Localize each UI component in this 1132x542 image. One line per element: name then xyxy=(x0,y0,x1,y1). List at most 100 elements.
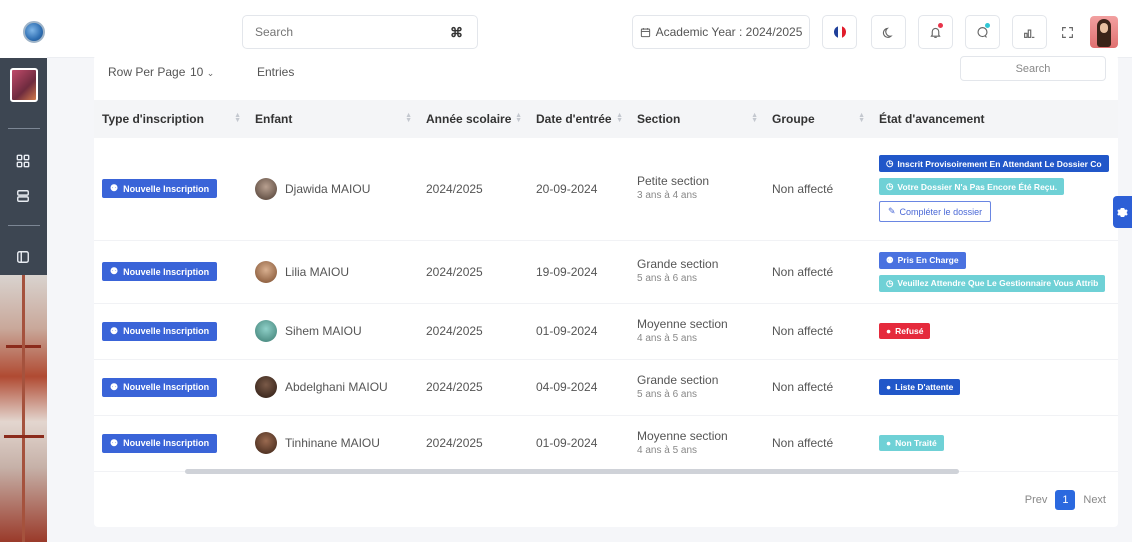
section-name: Grande section xyxy=(637,257,719,271)
logo-area xyxy=(0,0,47,58)
rows-per-page-value: 10 xyxy=(190,65,204,79)
global-search-input[interactable] xyxy=(243,16,433,48)
sidebar-divider xyxy=(8,225,40,226)
status-badge: ◷ Votre Dossier N'a Pas Encore Été Reçu. xyxy=(879,178,1065,196)
calendar-icon xyxy=(640,27,650,37)
inscription-type-badge[interactable]: ⚉ Nouvelle Inscription xyxy=(102,433,218,453)
inscription-type-badge[interactable]: ⚉ Nouvelle Inscription xyxy=(102,179,218,199)
table-row[interactable]: ⚉ Nouvelle Inscription Lilia MAIOU 2024/2… xyxy=(94,240,1118,304)
group-value: Non affecté xyxy=(764,415,871,472)
user-icon: ⚉ xyxy=(110,381,119,392)
group-value: Non affecté xyxy=(764,359,871,416)
status-badge: ● Refusé xyxy=(879,323,931,339)
avatar xyxy=(255,376,277,398)
section-name: Moyenne section xyxy=(637,316,728,331)
inscription-type-badge[interactable]: ⚉ Nouvelle Inscription xyxy=(102,321,218,341)
column-header[interactable]: Enfant ▲ ▼ xyxy=(247,100,418,138)
next-button[interactable]: Next xyxy=(1083,494,1106,506)
topbar: ⌘ Academic Year : 2024/2025 xyxy=(47,0,1132,58)
avatar xyxy=(255,432,277,454)
user-icon: ⚉ xyxy=(110,183,119,194)
moon-icon xyxy=(882,27,893,38)
global-search[interactable]: ⌘ xyxy=(242,15,478,49)
notifications-button[interactable] xyxy=(918,15,953,49)
school-year: 2024/2025 xyxy=(418,415,528,472)
academic-year-button[interactable]: Academic Year : 2024/2025 xyxy=(632,15,810,49)
school-year: 2024/2025 xyxy=(418,138,528,241)
table-header-row: Type d'inscription ▲ ▼ Enfant ▲ ▼ Année scol… xyxy=(94,100,1118,138)
table-search-placeholder: Search xyxy=(1015,62,1051,75)
column-header[interactable]: Type d'inscription ▲ ▼ xyxy=(94,100,247,138)
column-header[interactable]: Groupe ▲ ▼ xyxy=(764,100,871,138)
inscription-type-badge[interactable]: ⚉ Nouvelle Inscription xyxy=(102,377,218,397)
messages-button[interactable] xyxy=(965,15,1000,49)
table-row[interactable]: ⚉ Nouvelle Inscription Abdelghani MAIOU 2… xyxy=(94,359,1118,416)
status-badge: ◷ Inscrit Provisoirement En Attendant Le … xyxy=(879,155,1109,173)
child-name: Djawida MAIOU xyxy=(285,181,371,196)
section-age: 5 ans à 6 ans xyxy=(637,273,698,284)
status-badge: ● Liste D'attente xyxy=(879,379,961,395)
status-badge: ◷ Veuillez Attendre Que Le Gestionnaire V… xyxy=(879,274,1106,292)
rows-per-page-label: Row Per Page xyxy=(108,65,186,79)
table-row[interactable]: ⚉ Nouvelle Inscription Tinhinane MAIOU 20… xyxy=(94,415,1118,472)
complete-dossier-button[interactable]: ✎ Compléter le dossier xyxy=(879,201,992,223)
group-value: Non affecté xyxy=(764,240,871,304)
fullscreen-icon xyxy=(1062,26,1073,38)
dashboard-icon[interactable] xyxy=(12,150,34,172)
section-name: Petite section xyxy=(637,174,710,189)
language-button[interactable] xyxy=(822,15,857,49)
avatar xyxy=(255,320,277,342)
close-icon[interactable]: ⌘ xyxy=(450,25,463,41)
table-toolbar: Row Per Page 10 ⌄ Entries Search xyxy=(94,55,1118,87)
group-value: Non affecté xyxy=(764,138,871,241)
sidebar-background-image xyxy=(0,275,47,542)
column-header[interactable]: Section ▲ ▼ xyxy=(629,100,764,138)
table-row[interactable]: ⚉ Nouvelle Inscription Djawida MAIOU 2024… xyxy=(94,138,1118,241)
inscriptions-table: Type d'inscription ▲ ▼ Enfant ▲ ▼ Année scol… xyxy=(94,100,1118,472)
school-year: 2024/2025 xyxy=(418,303,528,360)
dot-icon: ● xyxy=(886,438,892,448)
pencil-icon: ✎ xyxy=(888,206,896,217)
avatar xyxy=(255,177,277,200)
user-icon: ⚉ xyxy=(110,266,119,276)
sidebar-divider xyxy=(8,128,40,129)
entry-date: 04-09-2024 xyxy=(528,359,629,416)
app-logo[interactable] xyxy=(23,21,45,43)
prev-button[interactable]: Prev xyxy=(1025,494,1048,506)
fullscreen-button[interactable] xyxy=(1050,15,1085,49)
sidebar xyxy=(0,0,47,542)
clock-icon: ◷ xyxy=(886,181,894,192)
user-icon: ⚉ xyxy=(110,437,119,448)
clock-icon: ◷ xyxy=(886,277,894,288)
column-header[interactable]: État d'avancement xyxy=(871,100,1118,138)
section-age: 3 ans à 4 ans xyxy=(637,190,698,202)
stats-button[interactable] xyxy=(1012,15,1047,49)
layout-icon[interactable] xyxy=(12,246,34,268)
section-age: 5 ans à 6 ans xyxy=(637,388,698,400)
bar-chart-icon xyxy=(1024,28,1035,38)
column-header[interactable]: Date d'entrée ▲ ▼ xyxy=(528,100,629,138)
page-1-button[interactable]: 1 xyxy=(1055,490,1076,510)
database-icon[interactable] xyxy=(12,185,34,207)
table-row[interactable]: ⚉ Nouvelle Inscription Sihem MAIOU 2024/2… xyxy=(94,303,1118,360)
entry-date: 19-09-2024 xyxy=(528,240,629,304)
sidebar-avatar[interactable] xyxy=(10,68,38,102)
horizontal-scrollbar[interactable] xyxy=(185,469,959,474)
section-age: 4 ans à 5 ans xyxy=(637,444,698,456)
child-name: Tinhinane MAIOU xyxy=(285,436,380,450)
child-name: Lilia MAIOU xyxy=(285,264,350,279)
dot-icon: ● xyxy=(886,326,892,336)
column-header[interactable]: Année scolaire ▲ ▼ xyxy=(418,100,528,138)
table-search-input[interactable]: Search xyxy=(960,56,1106,81)
child-name: Abdelghani MAIOU xyxy=(285,380,388,394)
entries-label: Entries xyxy=(257,65,295,79)
france-flag-icon xyxy=(833,26,846,38)
avatar xyxy=(255,260,277,283)
settings-button[interactable] xyxy=(1113,196,1132,228)
entry-date: 20-09-2024 xyxy=(528,138,629,241)
theme-toggle-button[interactable] xyxy=(871,15,906,49)
pagination: Prev 1 Next xyxy=(1025,490,1106,510)
rows-per-page-select[interactable]: 10 ⌄ xyxy=(190,65,214,79)
inscription-type-badge[interactable]: ⚉ Nouvelle Inscription xyxy=(102,262,218,281)
user-avatar[interactable] xyxy=(1090,16,1118,48)
